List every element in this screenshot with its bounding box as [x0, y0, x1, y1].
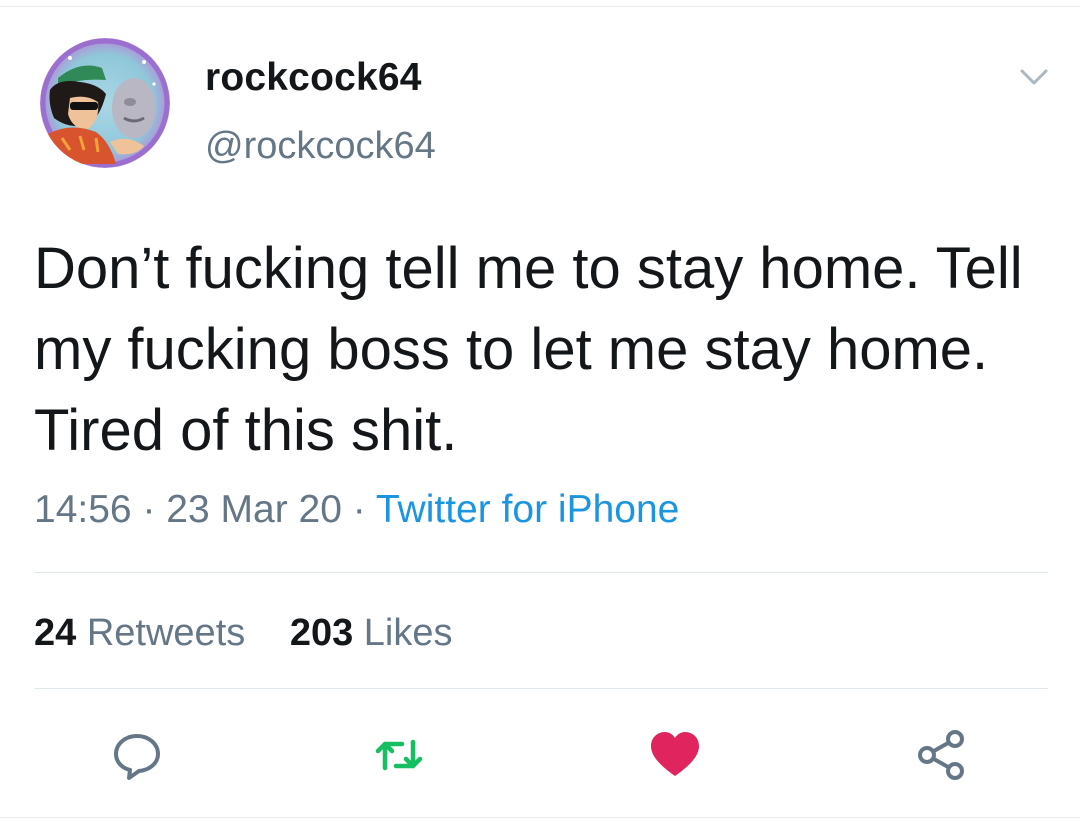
- meta-separator: ·: [352, 488, 366, 531]
- avatar-illustration: [40, 38, 170, 168]
- like-button[interactable]: [648, 728, 702, 782]
- reply-icon: [114, 734, 160, 780]
- engagement-stats: 24 Retweets 203 Likes: [34, 612, 453, 655]
- divider: [34, 688, 1048, 689]
- share-icon: [918, 730, 964, 780]
- top-divider: [0, 6, 1080, 7]
- tweet-metadata: 14:56 · 23 Mar 20 · Twitter for iPhone: [34, 488, 679, 532]
- avatar[interactable]: [40, 38, 170, 168]
- user-handle[interactable]: @rockcock64: [205, 125, 436, 168]
- heart-icon: [651, 732, 699, 776]
- likes-count: 203: [289, 612, 354, 654]
- tweet-date: 23 Mar 20: [166, 488, 342, 531]
- bottom-divider: [0, 817, 1080, 818]
- reply-button[interactable]: [110, 728, 164, 782]
- chevron-down-icon[interactable]: [1018, 66, 1050, 88]
- tweet-text: Don’t fucking tell me to stay home. Tell…: [34, 236, 1023, 463]
- retweets-label: Retweets: [86, 612, 246, 654]
- share-button[interactable]: [914, 728, 968, 782]
- tweet-source-link[interactable]: Twitter for iPhone: [376, 488, 679, 531]
- meta-separator: ·: [142, 488, 156, 531]
- retweet-button[interactable]: [372, 728, 426, 782]
- likes-label: Likes: [363, 612, 453, 654]
- divider: [34, 572, 1048, 573]
- retweet-icon: [375, 739, 423, 771]
- retweets-count: 24: [34, 612, 77, 654]
- display-name[interactable]: rockcock64: [205, 56, 422, 100]
- likes-stat[interactable]: 203 Likes: [290, 612, 453, 654]
- tweet-time: 14:56: [34, 488, 132, 531]
- retweets-stat[interactable]: 24 Retweets: [34, 612, 256, 654]
